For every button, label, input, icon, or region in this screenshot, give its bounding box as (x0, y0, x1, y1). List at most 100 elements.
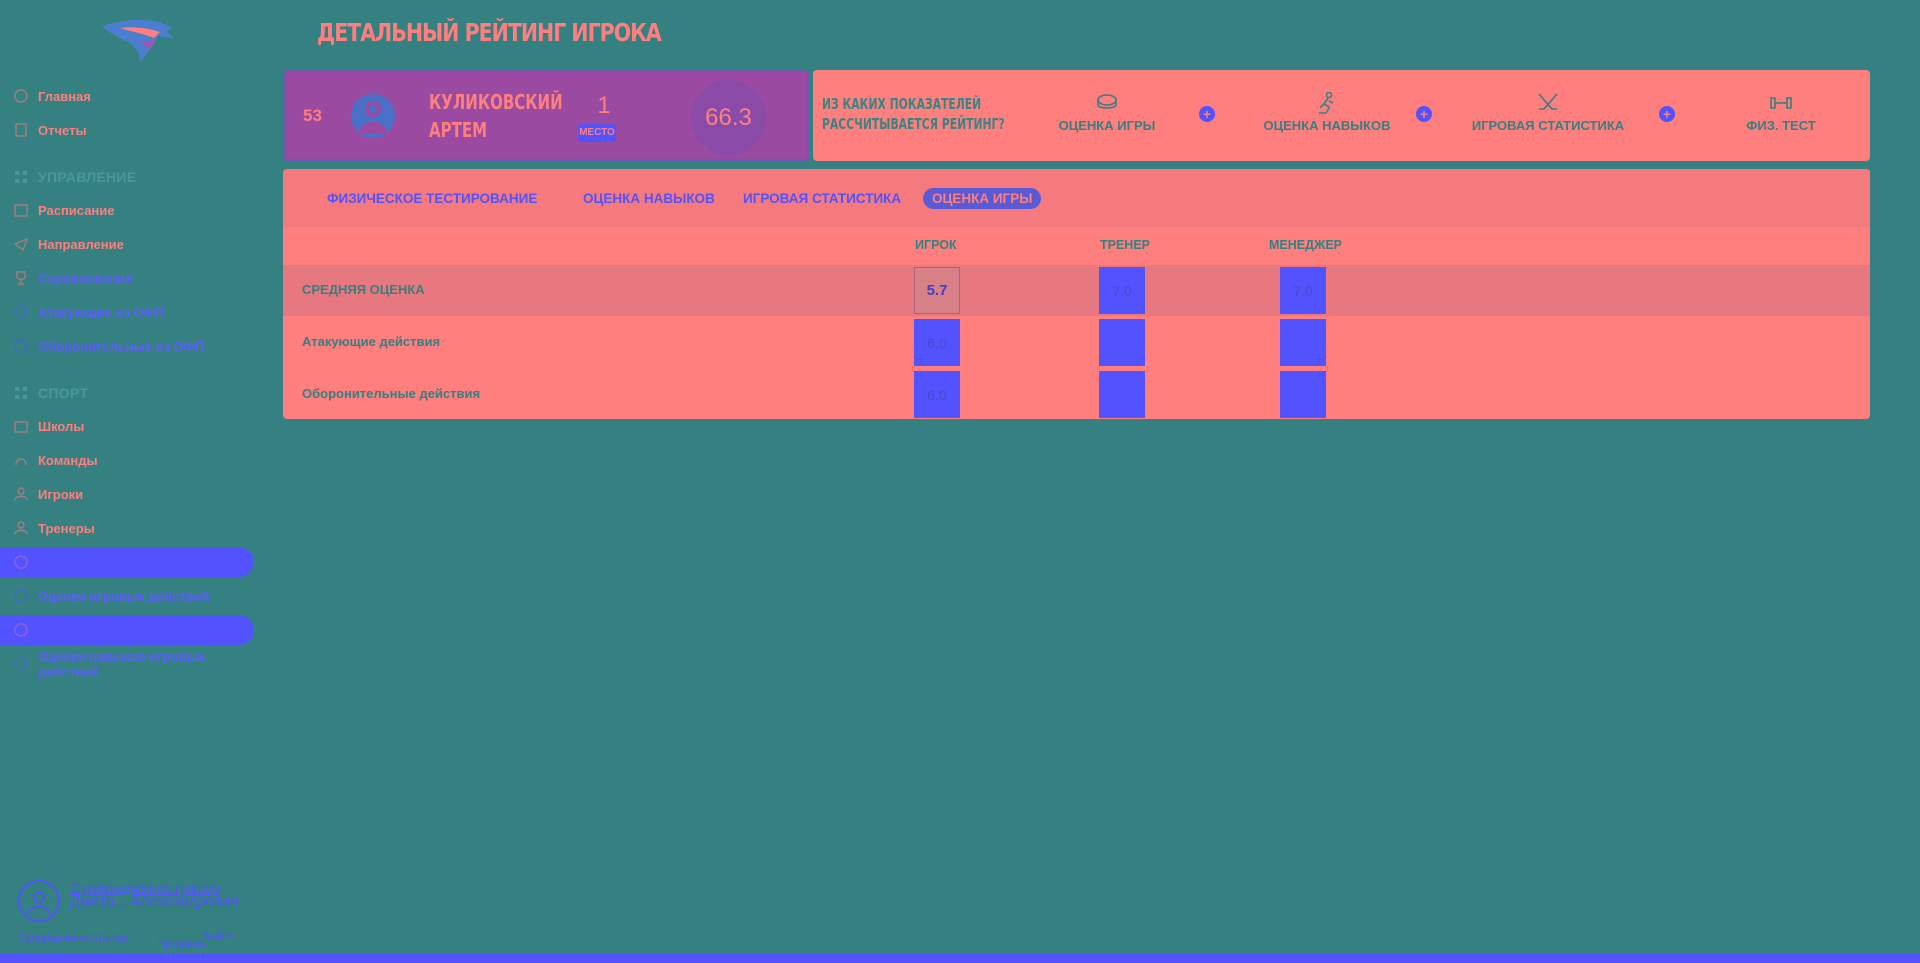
sidebar-item-label: Расписание (38, 202, 115, 218)
direction-icon (13, 237, 29, 252)
rating-icon (14, 555, 28, 569)
trophy-icon (14, 271, 28, 285)
skater-icon (1315, 91, 1339, 114)
coach-score-cell[interactable] (1099, 371, 1145, 418)
sidebar-item-coaches[interactable]: Тренеры (0, 513, 254, 543)
section-title-sport: СПОРТ (14, 385, 88, 401)
sidebar-item-game-ratings[interactable]: Оценки игровых действий (0, 581, 254, 611)
sidebar-item-schedule[interactable]: Расписание (0, 195, 254, 225)
sidebar-item-defense[interactable]: Оборонительные из ОФП (0, 331, 254, 361)
section-title-manage: УПРАВЛЕНИЕ (14, 169, 136, 185)
row-label: СРЕДНЯЯ ОЦЕНКА (302, 282, 425, 297)
bottom-bar (0, 954, 1920, 963)
user-name[interactable]: Суперадминистратор Дмитр... Александрови… (70, 881, 250, 909)
formula-component-phys-test: ФИЗ. ТЕСТ (1731, 92, 1831, 133)
calendar-icon (14, 203, 28, 217)
sidebar-item-label: Оборонительные из ОФП (38, 338, 205, 354)
skills-icon (14, 657, 28, 671)
home-icon (14, 89, 28, 103)
plus-icon: + (1659, 106, 1675, 122)
sidebar-item-label: Тренеры (38, 520, 95, 536)
coach-score-cell[interactable]: 7.0 (1099, 267, 1145, 314)
user-avatar-icon[interactable] (18, 880, 60, 922)
formula-question: ИЗ КАКИХ ПОКАЗАТЕЛЕЙ РАССЧИТЫВАЕТСЯ РЕЙТ… (822, 95, 1005, 133)
player-rank: 53 (303, 106, 322, 125)
sidebar-item-label: Оценки навыков игровых действий (38, 649, 205, 679)
eagle-logo-icon[interactable] (100, 18, 178, 62)
player-score-cell[interactable]: 6.0 (914, 371, 960, 418)
report-icon (14, 123, 28, 137)
place-badge: МЕСТО (578, 124, 616, 142)
sidebar-item-label: Команды (38, 452, 98, 468)
tab-physical-testing[interactable]: ФИЗИЧЕСКОЕ ТЕСТИРОВАНИЕ (327, 191, 537, 206)
sidebar-item-label: Направление (38, 236, 124, 252)
sidebar-item-label: Игроки (38, 486, 84, 502)
tab-skill-rating[interactable]: ОЦЕНКА НАВЫКОВ (583, 191, 715, 206)
sidebar-item-players[interactable]: Игроки (0, 479, 254, 509)
player-score-cell[interactable]: 6.0 (914, 319, 960, 366)
attack-icon (14, 305, 28, 319)
dumbbell-icon (1769, 92, 1793, 114)
table-row: Атакующие действия 6.0 (283, 317, 1870, 368)
table-row: Оборонительные действия 6.0 (283, 369, 1870, 419)
coach-score-cell[interactable] (1099, 319, 1145, 366)
player-place: 1 (597, 92, 611, 119)
tab-game-rating[interactable]: ОЦЕНКА ИГРЫ (923, 188, 1042, 209)
manager-score-cell[interactable] (1280, 319, 1326, 366)
column-header-player[interactable]: ИГРОК (915, 238, 957, 252)
sidebar: Главная Отчеты УПРАВЛЕНИЕ Расписание Нап… (0, 0, 262, 963)
crossed-sticks-icon (1536, 92, 1560, 114)
player-score-cell[interactable]: 5.7 (914, 267, 960, 314)
player-avatar-icon (351, 94, 395, 138)
rating-table-card: ФИЗИЧЕСКОЕ ТЕСТИРОВАНИЕ ОЦЕНКА НАВЫКОВ И… (283, 169, 1870, 419)
sidebar-item-schools[interactable]: Школы (0, 411, 254, 441)
puck-icon (1095, 92, 1119, 114)
school-icon (14, 419, 28, 433)
sidebar-item-label: Атакующие из ОФП (38, 304, 165, 320)
player-name: КУЛИКОВСКИЙ АРТЕМ (429, 90, 563, 142)
sidebar-item-label: Отчеты (38, 122, 87, 138)
stats-icon (14, 623, 28, 637)
user-role: Суперадминистратор (18, 932, 128, 944)
row-label: Оборонительные действия (302, 386, 481, 401)
table-row: СРЕДНЯЯ ОЦЕНКА 5.7 7.0 7.0 (283, 265, 1870, 316)
plus-icon: + (1199, 106, 1215, 122)
row-label: Атакующие действия (302, 334, 441, 349)
sidebar-item-rating[interactable] (0, 547, 254, 577)
rating-formula-card: ИЗ КАКИХ ПОКАЗАТЕЛЕЙ РАССЧИТЫВАЕТСЯ РЕЙТ… (813, 70, 1870, 161)
manager-score-cell[interactable]: 7.0 (1280, 267, 1326, 314)
coach-icon (14, 521, 28, 535)
sidebar-item-attack[interactable]: Атакующие из ОФП (0, 297, 254, 327)
sidebar-item-home[interactable]: Главная (0, 81, 254, 111)
ratings-icon (14, 589, 28, 603)
sidebar-item-skill-ratings[interactable]: Оценки навыков игровых действий (0, 649, 254, 679)
tab-game-stats[interactable]: ИГРОВАЯ СТАТИСТИКА (743, 191, 901, 206)
defense-icon (14, 339, 28, 353)
sidebar-item-label: Соревнования (38, 270, 133, 286)
formula-component-game-rating: ОЦЕНКА ИГРЫ (1057, 92, 1157, 133)
player-card: 53 КУЛИКОВСКИЙ АРТЕМ 1 МЕСТО 66.3 (283, 70, 809, 161)
user-block: Суперадминистратор Дмитр... Александрови… (18, 880, 248, 950)
sidebar-item-stats[interactable] (0, 615, 254, 645)
sidebar-item-teams[interactable]: Команды (0, 445, 254, 475)
plus-icon: + (1416, 106, 1432, 122)
column-header-coach[interactable]: ТРЕНЕР (1100, 238, 1150, 252)
player-icon (14, 487, 28, 501)
manager-score-cell[interactable] (1280, 371, 1326, 418)
sidebar-item-label: Главная (38, 88, 91, 104)
formula-component-skills: ОЦЕНКА НАВЫКОВ (1257, 91, 1397, 133)
formula-component-game-stats: ИГРОВАЯ СТАТИСТИКА (1463, 92, 1633, 133)
grid-icon (14, 386, 28, 400)
logout-link[interactable]: Выйти (202, 930, 235, 942)
sidebar-item-direction[interactable]: Направление (0, 229, 254, 259)
team-icon (14, 453, 28, 467)
grid-icon (14, 170, 28, 184)
column-header-manager[interactable]: МЕНЕДЖЕР (1269, 238, 1342, 252)
tab-bar: ФИЗИЧЕСКОЕ ТЕСТИРОВАНИЕ ОЦЕНКА НАВЫКОВ И… (283, 169, 1870, 227)
sidebar-item-label: Оценки игровых действий (38, 588, 210, 604)
sidebar-item-label: Школы (38, 418, 85, 434)
page-title: ДЕТАЛЬНЫЙ РЕЙТИНГ ИГРОКА (317, 18, 662, 47)
sidebar-item-reports[interactable]: Отчеты (0, 115, 254, 145)
profile-link[interactable]: Профиль (158, 938, 206, 950)
sidebar-item-competitions[interactable]: Соревнования (0, 263, 254, 293)
